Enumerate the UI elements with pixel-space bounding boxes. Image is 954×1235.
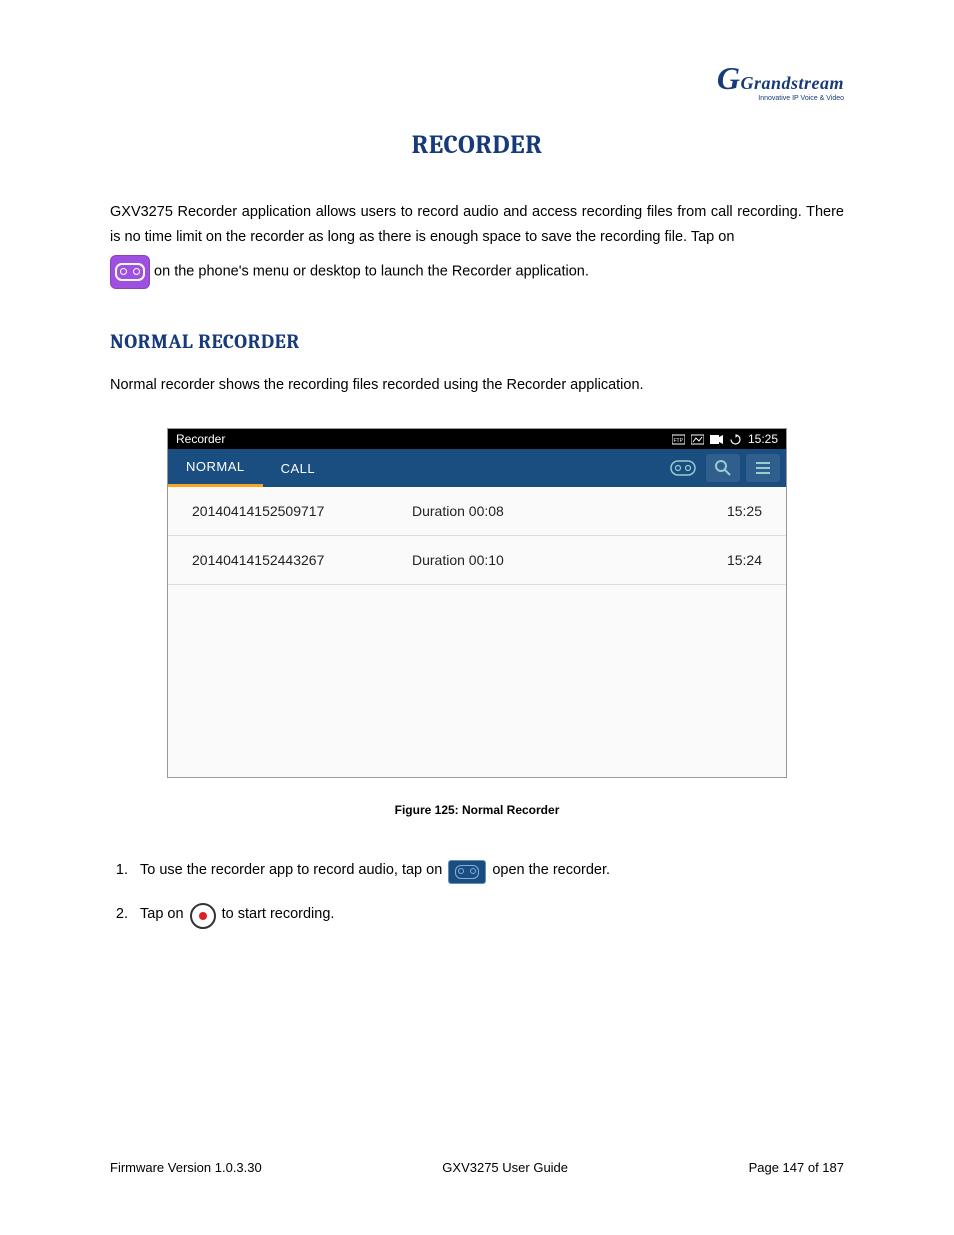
recording-name: 20140414152443267 (192, 552, 412, 568)
page-footer: Firmware Version 1.0.3.30 GXV3275 User G… (110, 1160, 844, 1175)
step-1: To use the recorder app to record audio,… (132, 857, 844, 883)
video-icon (710, 434, 723, 445)
footer-firmware: Firmware Version 1.0.3.30 (110, 1160, 262, 1175)
new-recording-button[interactable] (666, 454, 700, 482)
footer-doc-title: GXV3275 User Guide (442, 1160, 568, 1175)
list-item[interactable]: 20140414152443267 Duration 00:10 15:24 (168, 536, 786, 585)
toolbar: NORMAL CALL (168, 449, 786, 487)
recorder-screenshot: Recorder FTP 15:25 NORMAL CALL (167, 428, 787, 778)
footer-page-number: Page 147 of 187 (749, 1160, 844, 1175)
intro-paragraph-2: on the phone's menu or desktop to launch… (110, 255, 844, 285)
page-title: RECORDER (110, 130, 844, 160)
tape-icon (448, 860, 486, 884)
tab-normal[interactable]: NORMAL (168, 449, 263, 487)
intro-paragraph: GXV3275 Recorder application allows user… (110, 200, 844, 251)
menu-button[interactable] (746, 454, 780, 482)
list-item[interactable]: 20140414152509717 Duration 00:08 15:25 (168, 487, 786, 536)
status-time: 15:25 (748, 432, 778, 446)
record-icon (190, 903, 216, 929)
recording-time: 15:24 (727, 552, 762, 568)
status-bar: Recorder FTP 15:25 (168, 429, 786, 449)
svg-text:FTP: FTP (673, 438, 683, 444)
search-button[interactable] (706, 454, 740, 482)
ftp-icon: FTP (672, 434, 685, 445)
brand-tagline: Innovative IP Voice & Video (704, 95, 844, 102)
app-title: Recorder (176, 432, 225, 446)
picture-icon (691, 434, 704, 445)
section-heading-normal: NORMAL RECORDER (110, 330, 844, 353)
normal-desc: Normal recorder shows the recording file… (110, 373, 844, 398)
recording-duration: Duration 00:10 (412, 552, 727, 568)
recording-list: 20140414152509717 Duration 00:08 15:25 2… (168, 487, 786, 777)
recording-name: 20140414152509717 (192, 503, 412, 519)
figure-caption: Figure 125: Normal Recorder (110, 803, 844, 817)
recorder-app-icon (110, 255, 150, 289)
step-2: Tap on to start recording. (132, 901, 844, 927)
brand-logo: GGrandstream Innovative IP Voice & Video (704, 60, 844, 102)
tab-call[interactable]: CALL (263, 449, 334, 487)
recording-duration: Duration 00:08 (412, 503, 727, 519)
sync-icon (729, 434, 742, 445)
recording-time: 15:25 (727, 503, 762, 519)
